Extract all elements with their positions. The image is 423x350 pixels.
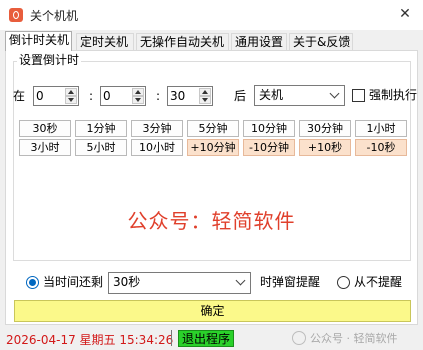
watermark-text: 公众号：轻简软件	[127, 209, 296, 233]
seconds-value: 30	[170, 89, 186, 103]
popup-remind-label: 时弹窗提醒	[260, 275, 321, 289]
spin-down-icon[interactable]	[65, 96, 77, 104]
minutes-value: 0	[103, 89, 111, 103]
spin-up-icon[interactable]	[132, 88, 144, 96]
spin-down-icon[interactable]	[199, 96, 211, 104]
hours-spinbox[interactable]: 0	[33, 86, 79, 106]
after-label: 后	[234, 89, 247, 103]
add-10s-button[interactable]: +10秒	[299, 139, 351, 156]
colon-separator: :	[89, 89, 94, 103]
quick-30s-button[interactable]: 30秒	[19, 120, 71, 137]
sub-10s-button[interactable]: -10秒	[355, 139, 407, 156]
quick-10min-button[interactable]: 10分钟	[243, 120, 295, 137]
add-10min-button[interactable]: +10分钟	[187, 139, 239, 156]
confirm-button[interactable]: 确定	[14, 300, 411, 322]
minutes-spinbox[interactable]: 0	[100, 86, 146, 106]
hours-value: 0	[36, 89, 44, 103]
action-select[interactable]: 关机	[254, 85, 345, 106]
quick-3min-button[interactable]: 3分钟	[131, 120, 183, 137]
spin-up-icon[interactable]	[65, 88, 77, 96]
quick-30min-button[interactable]: 30分钟	[299, 120, 351, 137]
remind-when-remaining-label[interactable]: 当时间还剩	[43, 274, 103, 290]
chevron-down-icon	[329, 88, 340, 99]
remaining-time-value: 30秒	[113, 275, 141, 289]
spin-up-icon[interactable]	[199, 88, 211, 96]
prefix-label: 在	[13, 89, 26, 103]
sub-10min-button[interactable]: -10分钟	[243, 139, 295, 156]
quick-10hour-button[interactable]: 10小时	[131, 139, 183, 156]
title-bar: 关个机机 ✕	[0, 0, 423, 30]
remind-when-remaining-radio[interactable]	[26, 276, 39, 289]
chevron-down-icon	[235, 275, 246, 286]
status-divider	[171, 330, 172, 346]
app-window: 关个机机 ✕ 倒计时关机 定时关机 无操作自动关机 通用设置 关于&反馈 设置倒…	[0, 0, 423, 350]
minutes-spin-arrows[interactable]	[132, 88, 144, 104]
quick-5min-button[interactable]: 5分钟	[187, 120, 239, 137]
tab-countdown-shutdown[interactable]: 倒计时关机	[5, 31, 72, 51]
groupbox-title: 设置倒计时	[17, 51, 82, 68]
quick-5hour-button[interactable]: 5小时	[75, 139, 127, 156]
hours-spin-arrows[interactable]	[65, 88, 77, 104]
action-value: 关机	[259, 88, 284, 102]
seconds-spin-arrows[interactable]	[199, 88, 211, 104]
no-remind-radio[interactable]	[337, 276, 350, 289]
exit-program-button[interactable]: 退出程序	[178, 330, 235, 347]
tab-scheduled-shutdown[interactable]: 定时关机	[76, 33, 134, 50]
quick-1hour-button[interactable]: 1小时	[355, 120, 407, 137]
quick-3hour-button[interactable]: 3小时	[19, 139, 71, 156]
app-logo-icon	[9, 8, 23, 22]
wechat-icon	[292, 331, 306, 345]
tab-general-settings[interactable]: 通用设置	[231, 33, 287, 50]
tab-idle-shutdown[interactable]: 无操作自动关机	[136, 33, 229, 50]
close-icon[interactable]: ✕	[395, 4, 415, 24]
footer-watermark: 公众号 · 轻简软件	[310, 332, 398, 345]
spin-down-icon[interactable]	[132, 96, 144, 104]
seconds-spinbox[interactable]: 30	[167, 86, 213, 106]
no-remind-label[interactable]: 从不提醒	[354, 274, 402, 290]
status-bar: 2026-04-17 星期五 15:34:26 退出程序 公众号 · 轻简软件	[0, 326, 423, 350]
colon-separator: :	[156, 89, 161, 103]
datetime-display: 2026-04-17 星期五 15:34:26	[6, 333, 174, 347]
remaining-time-select[interactable]: 30秒	[108, 272, 251, 294]
quick-1min-button[interactable]: 1分钟	[75, 120, 127, 137]
force-checkbox[interactable]	[352, 89, 365, 102]
tab-about-feedback[interactable]: 关于&反馈	[289, 33, 353, 50]
window-title: 关个机机	[30, 9, 79, 23]
force-label[interactable]: 强制执行	[369, 87, 417, 103]
